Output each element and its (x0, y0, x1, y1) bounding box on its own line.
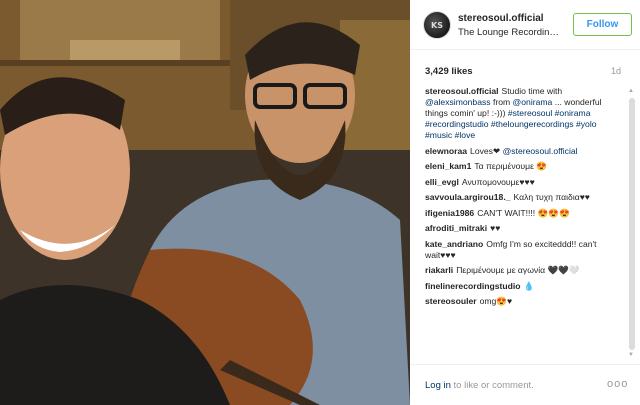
comment-item: finelinerecordingstudio 💧 (425, 281, 620, 292)
comment-author[interactable]: ifigenia1986 (425, 208, 474, 218)
comment-text: 💧 (523, 280, 535, 291)
scrollbar-thumb[interactable] (629, 98, 635, 350)
login-prompt: Log in to like or comment. (425, 380, 534, 391)
comment-author[interactable]: elewnoraa (425, 146, 467, 156)
comment-item: kate_andriano Omfg I'm so exciteddd!! can… (425, 239, 620, 261)
comment-item: afroditi_mitraki ♥♥ (425, 223, 620, 234)
comment-author[interactable]: finelinerecordingstudio (425, 281, 521, 291)
caption-text-0: Studio time with (501, 86, 563, 96)
comment-text: Περιμένουμε με αγωνία 🖤🖤🤍 (456, 265, 580, 275)
comment-mention[interactable]: @stereosoul.official (503, 146, 578, 156)
comments-scrollbar[interactable]: ▲ ▼ (628, 86, 636, 364)
comment-item: stereosouler omg😍♥ (425, 296, 620, 307)
comment-text: ♥♥ (490, 223, 501, 233)
post-stats: 3,429 likes 1d (410, 50, 640, 86)
post-username[interactable]: stereosoul.official (458, 13, 544, 24)
comment-author[interactable]: riakarli (425, 265, 453, 275)
comment-author[interactable]: afroditi_mitraki (425, 223, 487, 233)
comment-item: ifigenia1986 CAN'T WAIT!!!! 😍😍😍 (425, 208, 620, 219)
comment-text: Loves❤ (470, 145, 503, 156)
post-header: KS stereosoul.official The Lounge Record… (410, 0, 640, 50)
comment-text: Τα περιμένουμε 😍 (474, 161, 547, 171)
comment-text: Καλη τυχη παιδια♥♥ (513, 192, 590, 202)
comment-item: elli_evgl Ανυπομονουμε♥♥♥ (425, 177, 620, 188)
caption-mention-3[interactable]: @onirama (513, 97, 553, 107)
comment-text: CAN'T WAIT!!!! 😍😍😍 (477, 207, 570, 218)
comment-item: elewnoraa Loves❤ @stereosoul.official (425, 146, 620, 157)
caption-author[interactable]: stereosoul.official (425, 86, 499, 96)
post-details-panel: KS stereosoul.official The Lounge Record… (410, 0, 640, 405)
down-arrow-icon[interactable]: ▼ (628, 352, 634, 358)
up-arrow-icon[interactable]: ▲ (628, 88, 634, 94)
follow-button[interactable]: Follow (573, 13, 632, 36)
comment-author[interactable]: stereosouler (425, 296, 477, 306)
comment-author[interactable]: elli_evgl (425, 177, 459, 187)
post-time[interactable]: 1d (611, 66, 621, 76)
caption-comment: stereosoul.official Studio time with @ale… (425, 86, 620, 141)
avatar[interactable]: KS (423, 11, 451, 39)
caption-text-2: from (490, 97, 513, 107)
comment-author[interactable]: savvoula.argirou18._ (425, 192, 511, 202)
more-options-icon[interactable]: ooo (607, 378, 628, 390)
comment-author[interactable]: eleni_kam1 (425, 161, 471, 171)
comment-text: Ανυπομονουμε♥♥♥ (461, 176, 535, 187)
comment-text: omg😍♥ (479, 296, 513, 306)
caption-mention-1[interactable]: @alexsimonbass (425, 97, 491, 107)
comment-item: savvoula.argirou18._ Καλη τυχη παιδια♥♥ (425, 192, 620, 203)
comment-author[interactable]: kate_andriano (425, 239, 483, 249)
login-prompt-text: to like or comment. (450, 380, 534, 391)
studio-photo-illustration (0, 0, 410, 405)
post-photo[interactable] (0, 0, 410, 405)
comments-section: stereosoul.official Studio time with @ale… (410, 86, 640, 364)
post-footer: Log in to like or comment. ooo (410, 364, 640, 405)
comment-item: eleni_kam1 Τα περιμένουμε 😍 (425, 161, 620, 172)
likes-count[interactable]: 3,429 likes (425, 66, 473, 77)
avatar-text: KS (431, 20, 443, 30)
login-link[interactable]: Log in (425, 380, 451, 391)
comment-item: riakarli Περιμένουμε με αγωνία 🖤🖤🤍 (425, 265, 620, 276)
post-location[interactable]: The Lounge Recording... (458, 27, 562, 38)
comment-list: stereosoul.official Studio time with @ale… (425, 86, 620, 312)
